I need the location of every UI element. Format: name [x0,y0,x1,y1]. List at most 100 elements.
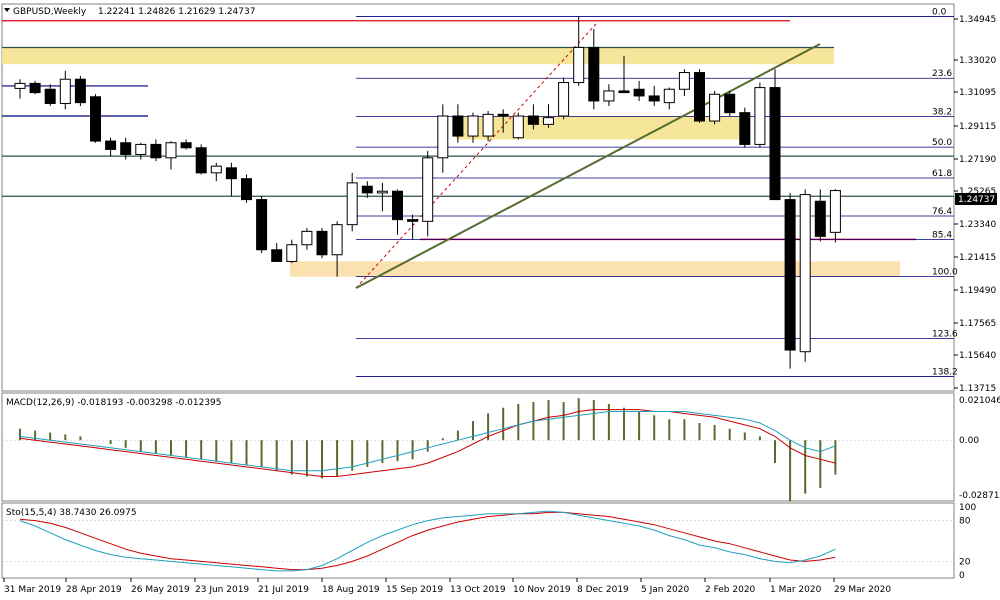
date-label-0: 31 Mar 2019 [4,585,61,595]
candle-body-50 [769,87,781,201]
fib-label-0: 0.0 [932,8,947,18]
fib-label-9: 138.2 [932,367,958,377]
price-tick-label-7: 1.21415 [959,253,996,263]
candle-body-28 [437,115,449,159]
candle-body-8 [135,143,147,155]
candle-body-30 [467,115,479,137]
candle-body-15 [241,178,252,201]
date-label-8: 10 Nov 2019 [513,585,571,595]
candle-body-12 [195,147,207,174]
candle-body-38 [588,46,600,102]
candle-body-17 [271,249,283,262]
candle-body-14 [225,167,237,180]
candle-body-1 [29,82,41,94]
date-label-2: 26 May 2019 [131,585,190,595]
date-label-9: 8 Dec 2019 [577,585,629,595]
fib-label-3: 50.0 [932,138,952,148]
fib-label-7: 100.0 [932,268,958,278]
candle-body-6 [105,140,117,150]
price-tick-label-2: 1.31095 [959,88,996,98]
candle-body-24 [376,190,388,194]
price-tick-label-0: 1.34945 [959,15,996,25]
fib-label-2: 38.2 [932,107,952,117]
candle-body-31 [482,113,494,137]
candle-body-4 [74,78,86,104]
sto-tick-2: 20 [959,557,971,567]
fib-label-6: 85.4 [932,230,952,240]
candle-body-9 [150,143,162,159]
candle-body-16 [256,199,268,251]
candle-body-40 [618,90,630,94]
candle-body-7 [120,142,132,155]
date-label-7: 13 Oct 2019 [450,585,506,595]
candle-body-51 [784,199,796,351]
candle-body-36 [558,82,570,117]
candle-body-44 [678,72,690,90]
candle-body-47 [724,93,736,114]
candle-body-37 [573,46,585,84]
zone-0 [2,47,834,65]
fib-label-1: 23.6 [932,69,952,79]
candle-body-54 [829,190,841,233]
candle-body-48 [739,112,751,145]
candle-body-46 [709,93,721,122]
price-tick-label-10: 1.15640 [959,351,996,361]
candle-body-42 [648,95,660,102]
stochastic-label: Sto(15,5,4) 38.7430 26.0975 [6,508,137,518]
date-label-5: 18 Aug 2019 [322,585,380,595]
fib-label-4: 61.8 [932,169,952,179]
candle-body-5 [90,96,101,142]
macd-label: MACD(12,26,9) -0.018193 -0.003298 -0.012… [6,398,222,408]
candle-body-20 [316,230,328,256]
price-tick-label-9: 1.17565 [959,319,996,329]
current-price: 1.24737 [958,195,995,205]
candle-body-49 [754,87,766,145]
candle-body-29 [452,115,464,137]
price-tick-label-3: 1.29115 [959,122,996,132]
date-label-13: 29 Mar 2020 [834,585,891,595]
candle-body-53 [814,200,826,237]
sto-tick-1: 80 [959,517,971,527]
candle-body-11 [180,142,192,149]
candle-body-52 [799,194,811,353]
sto-tick-0: 100 [959,503,976,513]
candle-body-18 [286,244,298,262]
candle-body-26 [407,219,419,222]
date-label-12: 1 Mar 2020 [770,585,822,595]
candle-body-33 [512,115,524,139]
candle-body-34 [527,115,539,125]
price-tick-label-6: 1.23340 [959,220,996,230]
date-label-1: 28 Apr 2019 [66,585,122,595]
price-tick-label-1: 1.33020 [959,56,996,66]
macd-tick-1: 0.00 [959,436,979,446]
candle-body-10 [165,142,177,159]
price-tick-label-11: 1.13715 [959,384,996,394]
date-label-6: 15 Sep 2019 [386,585,443,595]
candle-body-41 [633,88,645,97]
candle-body-21 [331,224,343,256]
fib-label-5: 76.4 [932,207,952,217]
macd-tick-2: -0.02871 [959,491,999,501]
chart-ohlc: 1.22241 1.24826 1.21629 1.24737 [98,7,255,17]
candle-body-39 [603,90,615,102]
candle-body-23 [361,185,373,194]
candle-body-22 [346,182,358,226]
candle-body-45 [694,72,705,122]
fib-label-8: 123.6 [932,329,958,339]
price-tick-label-8: 1.19490 [959,286,996,296]
date-label-10: 5 Jan 2020 [641,585,689,595]
candle-body-3 [59,78,71,104]
date-label-11: 2 Feb 2020 [705,585,756,595]
chart-symbol: GBPUSD,Weekly [13,7,87,17]
candle-body-25 [392,190,403,221]
candle-body-27 [422,157,434,222]
sto-tick-3: 0 [959,571,965,581]
candle-body-0 [14,82,26,89]
candle-body-2 [44,88,56,104]
macd-tick-0: 0.021046 [959,396,1000,406]
candle-body-35 [543,117,554,125]
date-label-3: 23 Jun 2019 [195,585,249,595]
date-label-4: 21 Jul 2019 [258,585,309,595]
candle-body-13 [210,165,222,174]
candle-body-19 [301,230,313,246]
